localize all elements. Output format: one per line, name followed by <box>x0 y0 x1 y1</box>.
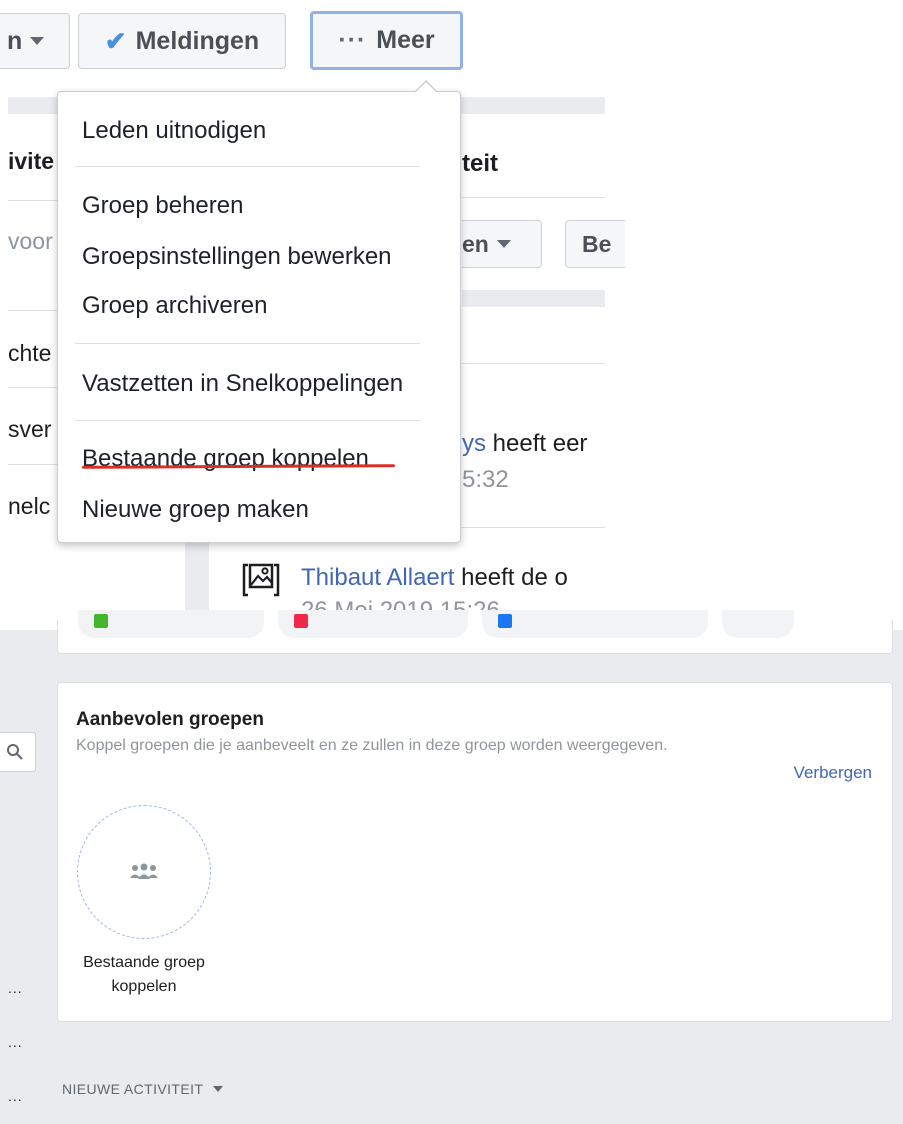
truncated-item[interactable]: ... <box>8 1088 23 1104</box>
activity-heading: teit <box>462 150 498 177</box>
menu-item-link-existing-group[interactable]: Bestaande groep koppelen <box>82 445 369 473</box>
search-button[interactable] <box>0 732 36 772</box>
divider <box>462 197 605 198</box>
new-activity-sort[interactable]: NIEUWE ACTIVITEIT <box>62 1081 224 1097</box>
menu-separator <box>75 343 420 344</box>
post-timestamp[interactable]: 5:32 <box>462 466 509 494</box>
divider <box>462 363 605 364</box>
link-existing-group-label[interactable]: Bestaande groep koppelen <box>78 951 210 999</box>
composer-more-option[interactable] <box>722 610 794 638</box>
divider <box>8 387 58 388</box>
composer-card <box>57 610 893 654</box>
truncated-item[interactable]: ... <box>8 980 23 996</box>
post-author-link[interactable]: ys <box>462 430 486 457</box>
more-dropdown-menu: Leden uitnodigen Groep beheren Groepsins… <box>57 80 461 543</box>
photo-icon <box>242 563 280 597</box>
recommended-groups-title: Aanbevolen groepen <box>76 709 264 730</box>
menu-item-pin-shortcuts[interactable]: Vastzetten in Snelkoppelingen <box>82 370 403 398</box>
recommended-groups-card: Aanbevolen groepen Koppel groepen die je… <box>57 682 893 1022</box>
menu-item-create-new-group[interactable]: Nieuwe groep maken <box>82 496 309 524</box>
caret-down-icon <box>213 1086 224 1092</box>
menu-item-archive-group[interactable]: Groep archiveren <box>82 292 267 320</box>
filter-button[interactable]: en <box>462 220 542 268</box>
post-author: Thibaut Allaert heeft de o <box>301 564 568 592</box>
divider <box>8 200 58 201</box>
secondary-button[interactable]: Be <box>565 220 625 268</box>
left-nav-fragment[interactable]: sver <box>8 416 58 443</box>
post-author-link[interactable]: Thibaut Allaert <box>301 564 454 591</box>
section-divider <box>462 290 605 307</box>
post-action-text: heeft eer <box>492 430 588 457</box>
feed-gutter <box>185 540 209 610</box>
check-icon: ✔ <box>104 25 127 56</box>
joined-button[interactable]: n <box>0 13 70 69</box>
menu-arrow <box>415 82 437 93</box>
secondary-button-label: Be <box>582 230 612 257</box>
more-dots-icon: ··· <box>338 26 367 54</box>
menu-separator <box>75 166 420 167</box>
truncated-item[interactable]: ... <box>8 1034 23 1050</box>
hide-link[interactable]: Verbergen <box>794 763 872 783</box>
recommended-groups-subtitle: Koppel groepen die je aanbeveelt en ze z… <box>76 737 668 754</box>
left-column <box>8 114 58 544</box>
caret-down-icon <box>496 240 511 248</box>
post-author: ys heeft eer <box>462 430 587 458</box>
post-action-text: heeft de o <box>461 564 568 591</box>
new-activity-label: NIEUWE ACTIVITEIT <box>62 1081 204 1097</box>
more-button-label: Meer <box>376 26 435 54</box>
link-existing-group-tile[interactable] <box>77 805 211 939</box>
group-header-zoomed: ivite voor chte sver nelc teit en Be ys … <box>0 0 903 610</box>
photo-option-icon <box>94 614 108 628</box>
joined-button-label: n <box>7 26 23 55</box>
left-nav-fragment[interactable]: chte <box>8 340 58 367</box>
left-nav-fragment[interactable]: nelc <box>8 493 58 520</box>
notifications-button-label: Meldingen <box>135 26 260 55</box>
notifications-button[interactable]: ✔ Meldingen <box>78 13 286 69</box>
menu-item-invite-members[interactable]: Leden uitnodigen <box>82 117 266 145</box>
file-option-icon <box>498 614 512 628</box>
filter-button-label: en <box>462 230 489 257</box>
divider <box>8 464 58 465</box>
divider <box>8 310 58 311</box>
group-page-section: Aanbevolen groepen Koppel groepen die je… <box>0 610 903 1124</box>
more-button[interactable]: ··· Meer <box>310 11 463 70</box>
event-option-icon <box>294 614 308 628</box>
caret-down-icon <box>30 37 45 45</box>
composer-option[interactable] <box>482 610 708 638</box>
post-timestamp[interactable]: 26 Mei 2019 15:26 <box>301 597 500 610</box>
menu-item-edit-group-settings[interactable]: Groepsinstellingen bewerken <box>82 243 392 271</box>
left-nav-fragment: ivite <box>8 148 55 174</box>
menu-item-manage-group[interactable]: Groep beheren <box>82 192 243 220</box>
left-nav-fragment: voor <box>8 228 53 254</box>
menu-separator <box>75 420 420 421</box>
group-icon <box>130 863 158 879</box>
search-icon <box>7 744 23 760</box>
